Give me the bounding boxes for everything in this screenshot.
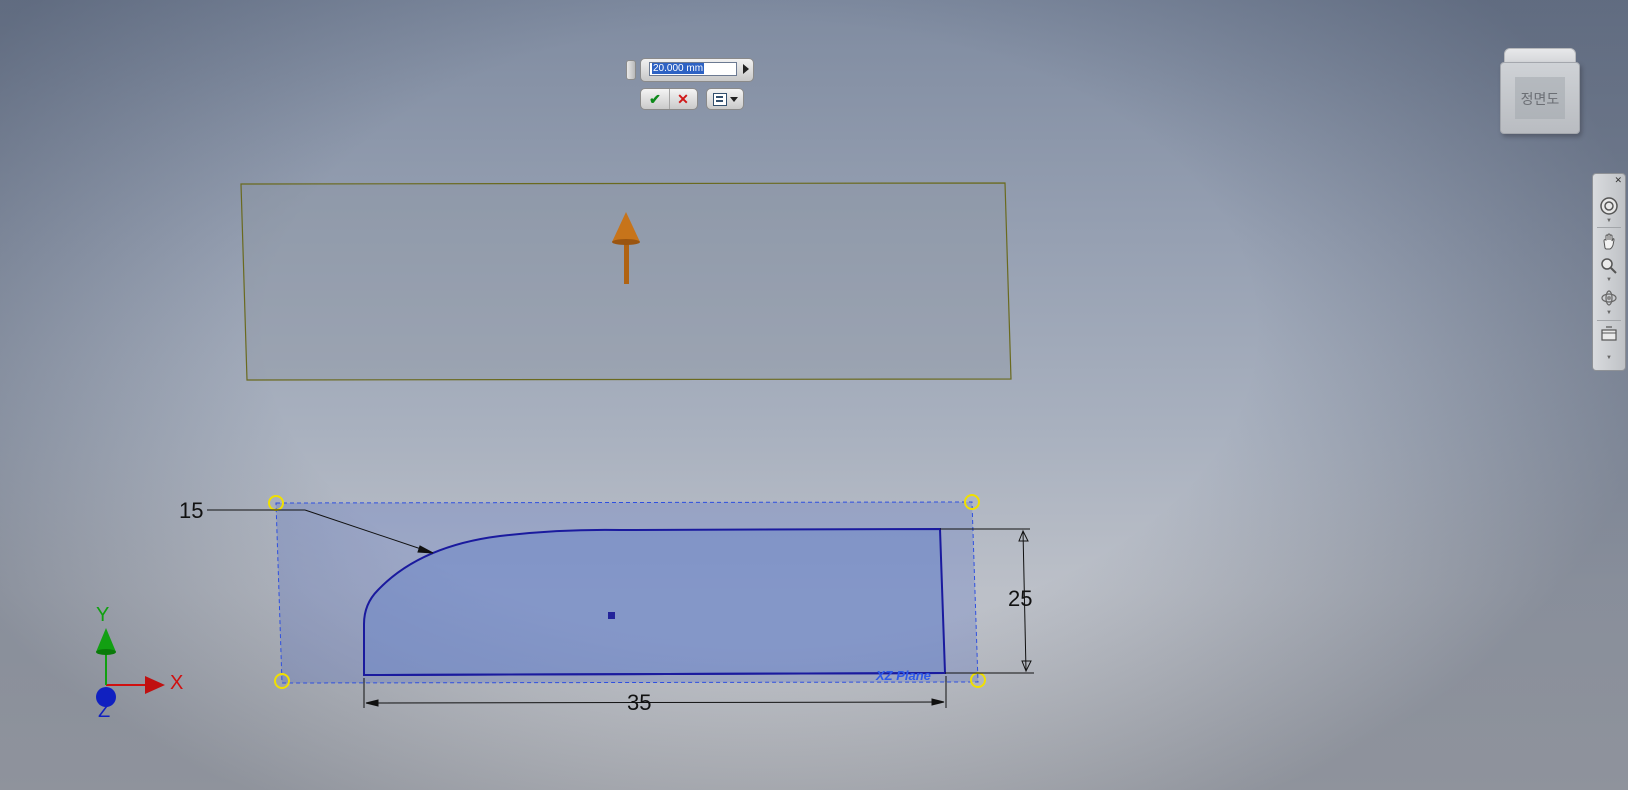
plane-label: XZ Plane (876, 668, 931, 683)
options-dropdown-button[interactable] (706, 88, 744, 110)
ok-button[interactable]: ✔ (641, 89, 670, 109)
extrude-mini-toolbar: 20.000 mm ✔ ✕ (626, 58, 756, 114)
zoom-chevron-icon[interactable]: ▼ (1606, 277, 1612, 283)
customize-chevron-icon[interactable]: ▼ (1606, 355, 1612, 361)
viewcube-face-label: 정면도 (1520, 92, 1560, 108)
dimension-15-text[interactable]: 15 (179, 498, 203, 524)
steering-wheel-icon[interactable] (1599, 196, 1619, 216)
orbit-icon[interactable] (1599, 288, 1619, 308)
3d-viewport[interactable] (0, 0, 1628, 790)
view-face-icon[interactable] (1599, 324, 1619, 344)
toolbar-grip-handle[interactable] (626, 60, 636, 80)
viewcube-front-face[interactable]: 정면도 (1500, 62, 1580, 134)
ok-cancel-group: ✔ ✕ (640, 88, 698, 110)
chevron-down-icon (730, 97, 738, 102)
sketch-center-point[interactable] (608, 612, 615, 619)
arrow-right-icon[interactable] (743, 64, 749, 74)
distance-input[interactable]: 20.000 mm (649, 62, 737, 76)
cancel-button[interactable]: ✕ (669, 89, 697, 109)
axis-z-label: Z (98, 700, 111, 722)
nav-separator (1597, 227, 1621, 228)
axis-triad (96, 628, 165, 707)
steering-wheel-chevron-icon[interactable]: ▼ (1606, 218, 1612, 224)
dimension-35-text[interactable]: 35 (627, 690, 651, 716)
viewcube[interactable]: 정면도 (1500, 48, 1580, 136)
close-icon[interactable]: ✕ (1614, 175, 1622, 186)
zoom-icon[interactable] (1599, 256, 1619, 276)
distance-input-value: 20.000 mm (652, 63, 705, 74)
nav-separator (1597, 320, 1621, 321)
navigation-bar: ✕ ▼ ▼ ▼ ▼ (1592, 173, 1626, 371)
table-options-icon (713, 93, 727, 106)
axis-y-label: Y (96, 604, 110, 626)
orbit-chevron-icon[interactable]: ▼ (1606, 310, 1612, 316)
axis-x-label: X (170, 672, 184, 694)
distance-value-group: 20.000 mm (640, 58, 754, 82)
pan-hand-icon[interactable] (1599, 232, 1619, 252)
dimension-25-text[interactable]: 25 (1008, 586, 1032, 612)
sketch-profile[interactable] (363, 527, 947, 677)
